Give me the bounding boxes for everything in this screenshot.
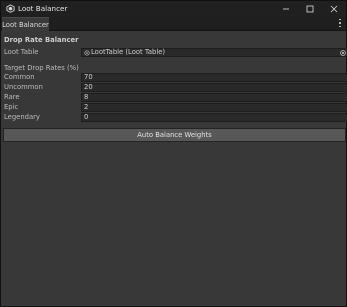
- rate-row-rare: Rare 8: [4, 93, 347, 102]
- target-drop-rates-label: Target Drop Rates (%): [4, 64, 79, 72]
- maximize-button[interactable]: [298, 1, 322, 16]
- panel-header: Drop Rate Balancer: [4, 36, 79, 44]
- rate-label: Uncommon: [4, 83, 43, 91]
- scriptable-object-icon: [84, 49, 90, 56]
- close-button[interactable]: [322, 1, 346, 16]
- rate-input-rare[interactable]: 8: [81, 93, 347, 102]
- rate-input-legendary[interactable]: 0: [81, 113, 347, 122]
- tab-menu-kebab-icon[interactable]: [337, 18, 343, 28]
- rate-label: Rare: [4, 93, 20, 101]
- rate-label: Legendary: [4, 113, 40, 121]
- rate-row-legendary: Legendary 0: [4, 113, 347, 122]
- editor-window: Loot Balancer Loot Balancer Drop Rate Ba…: [0, 0, 347, 307]
- title-bar: Loot Balancer: [1, 1, 346, 16]
- rate-row-uncommon: Uncommon 20: [4, 83, 347, 92]
- loot-table-value: LootTable (Loot Table): [91, 48, 166, 56]
- minimize-button[interactable]: [274, 1, 298, 16]
- loot-table-row: Loot Table LootTable (Loot Table): [4, 48, 347, 57]
- rate-input-common[interactable]: 70: [81, 73, 347, 82]
- minimize-icon: [283, 8, 289, 9]
- window-title: Loot Balancer: [18, 4, 68, 13]
- loot-table-object-field[interactable]: LootTable (Loot Table): [81, 48, 347, 57]
- auto-balance-button[interactable]: Auto Balance Weights: [3, 128, 346, 142]
- rate-label: Common: [4, 73, 35, 81]
- window-controls: [274, 1, 346, 16]
- close-icon: [330, 5, 338, 12]
- tab-bar: Loot Balancer: [1, 16, 346, 31]
- rate-input-uncommon[interactable]: 20: [81, 83, 347, 92]
- rate-row-common: Common 70: [4, 73, 347, 82]
- tab-loot-balancer[interactable]: Loot Balancer: [2, 17, 49, 31]
- maximize-icon: [306, 5, 314, 12]
- rate-row-epic: Epic 2: [4, 103, 347, 112]
- object-picker-icon[interactable]: [340, 50, 346, 56]
- loot-table-label: Loot Table: [4, 48, 39, 56]
- rate-input-epic[interactable]: 2: [81, 103, 347, 112]
- rate-label: Epic: [4, 103, 19, 111]
- unity-app-icon: [5, 4, 15, 14]
